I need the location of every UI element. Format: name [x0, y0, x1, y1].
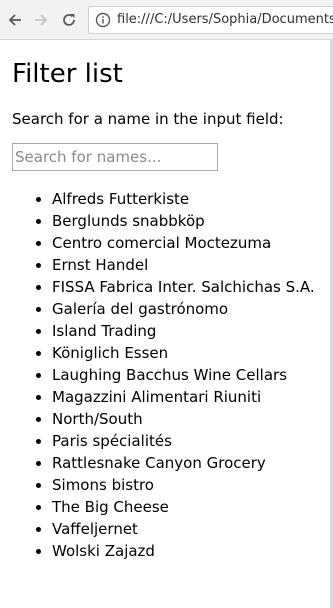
list-item: Berglunds snabbköp	[52, 210, 328, 232]
name-link[interactable]: Alfreds Futterkiste	[52, 190, 189, 208]
list-item: The Big Cheese	[52, 496, 328, 518]
forward-arrow-icon	[35, 14, 48, 26]
url-text: file:///C:/Users/Sophia/Documents/	[117, 12, 333, 27]
name-link[interactable]: Centro comercial Moctezuma	[52, 234, 271, 252]
list-item: Wolski Zajazd	[52, 540, 328, 562]
name-link[interactable]: North/South	[52, 410, 143, 428]
name-link[interactable]: Simons bistro	[52, 476, 154, 494]
reload-icon	[63, 14, 75, 26]
list-item: Alfreds Futterkiste	[52, 188, 328, 210]
name-list: Alfreds Futterkiste Berglunds snabbköp Cen…	[12, 188, 328, 562]
name-link[interactable]: Galería del gastrónomo	[52, 300, 228, 318]
name-link[interactable]: Vaffeljernet	[52, 520, 138, 538]
list-item: Galería del gastrónomo	[52, 298, 328, 320]
name-link[interactable]: FISSA Fabrica Inter. Salchichas S.A.	[52, 278, 315, 296]
browser-toolbar: file:///C:/Users/Sophia/Documents/	[0, 0, 333, 40]
name-link[interactable]: Island Trading	[52, 322, 156, 340]
name-link[interactable]: Königlich Essen	[52, 344, 168, 362]
address-bar[interactable]: file:///C:/Users/Sophia/Documents/	[88, 6, 333, 34]
page-content: Filter list Search for a name in the inp…	[12, 54, 328, 562]
list-item: FISSA Fabrica Inter. Salchichas S.A.	[52, 276, 328, 298]
list-item: Magazzini Alimentari Riuniti	[52, 386, 328, 408]
name-link[interactable]: Magazzini Alimentari Riuniti	[52, 388, 261, 406]
list-item: Laughing Bacchus Wine Cellars	[52, 364, 328, 386]
name-link[interactable]: Laughing Bacchus Wine Cellars	[52, 366, 287, 384]
list-item: Centro comercial Moctezuma	[52, 232, 328, 254]
back-arrow-icon	[8, 14, 21, 26]
back-button[interactable]	[4, 8, 26, 32]
search-input[interactable]	[12, 143, 218, 171]
info-icon[interactable]	[95, 12, 111, 28]
list-item: Rattlesnake Canyon Grocery	[52, 452, 328, 474]
list-item: Island Trading	[52, 320, 328, 342]
name-link[interactable]: Ernst Handel	[52, 256, 148, 274]
name-link[interactable]: Rattlesnake Canyon Grocery	[52, 454, 266, 472]
name-link[interactable]: Wolski Zajazd	[52, 542, 155, 560]
list-item: Ernst Handel	[52, 254, 328, 276]
name-link[interactable]: Berglunds snabbköp	[52, 212, 205, 230]
page-title: Filter list	[12, 59, 123, 89]
name-link[interactable]: Paris spécialités	[52, 432, 172, 450]
name-link[interactable]: The Big Cheese	[52, 498, 169, 516]
list-item: Königlich Essen	[52, 342, 328, 364]
list-item: Vaffeljernet	[52, 518, 328, 540]
instructions-text: Search for a name in the input field:	[12, 110, 284, 128]
list-item: North/South	[52, 408, 328, 430]
list-item: Paris spécialités	[52, 430, 328, 452]
reload-button[interactable]	[58, 8, 80, 32]
list-item: Simons bistro	[52, 474, 328, 496]
forward-button[interactable]	[30, 8, 52, 32]
